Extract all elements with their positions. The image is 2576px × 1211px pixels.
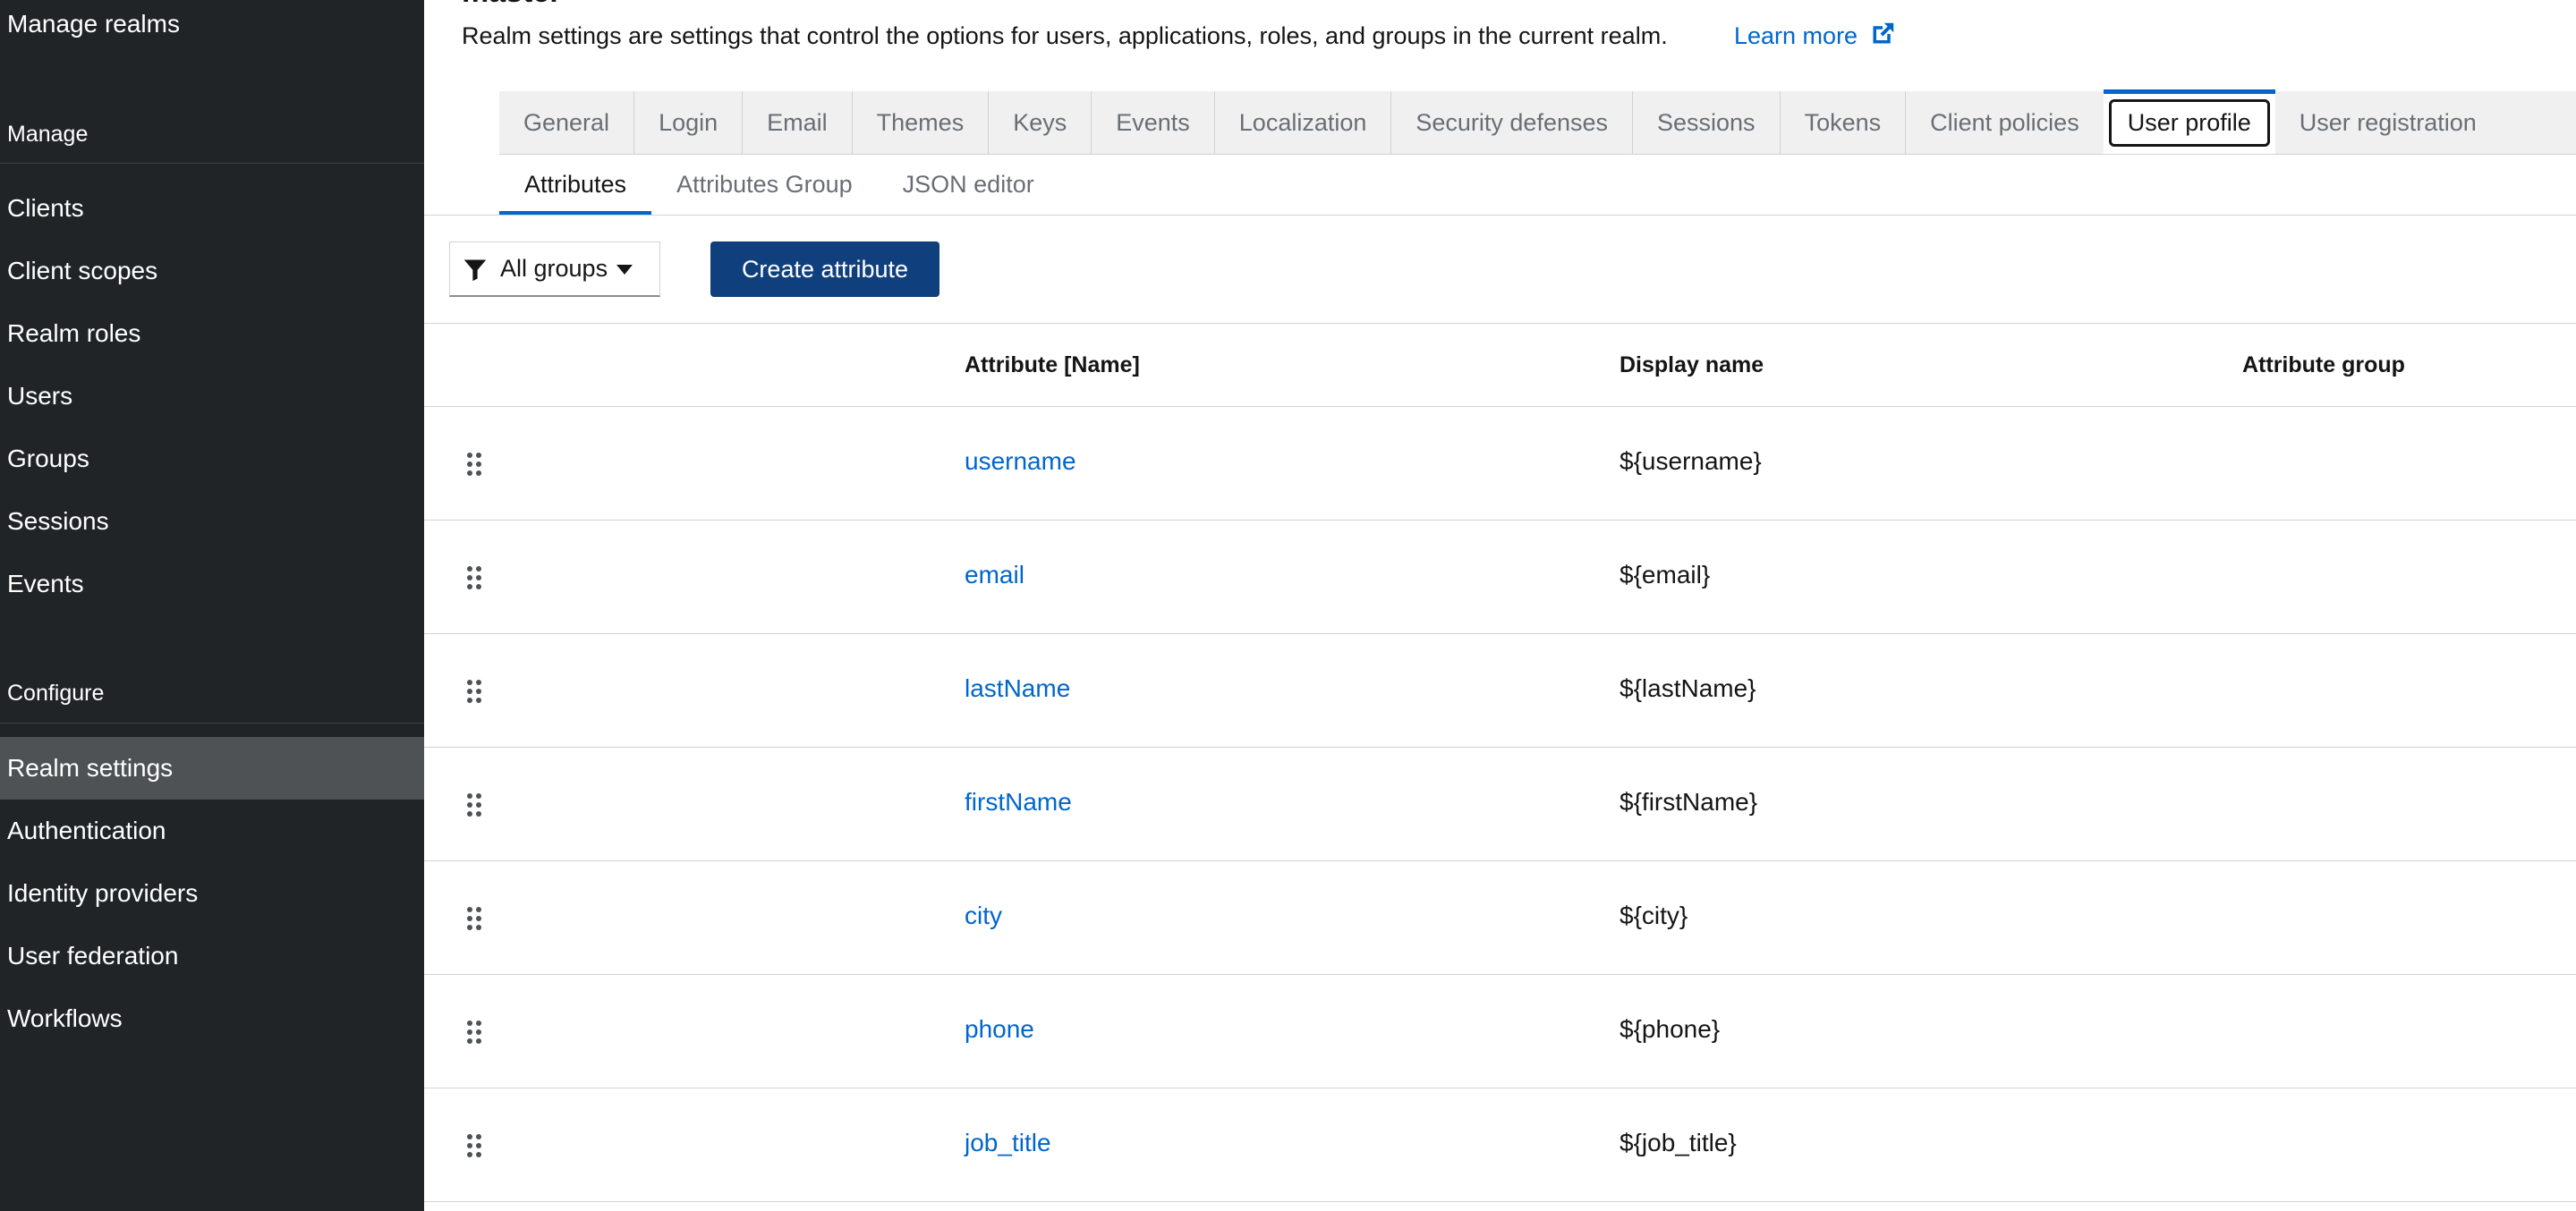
table-row: phone ${phone} (424, 975, 2576, 1088)
tab-label: User profile (2108, 98, 2270, 147)
tab-security-defenses[interactable]: Security defenses (1391, 91, 1633, 154)
filter-icon (463, 259, 487, 281)
attribute-display-name: ${lastName} (1620, 674, 1756, 702)
sidebar-item-sessions[interactable]: Sessions (7, 506, 109, 537)
sidebar-section-manage: Manage (7, 122, 89, 147)
sidebar-item-identity-providers[interactable]: Identity providers (7, 878, 198, 909)
drag-handle-icon[interactable] (467, 907, 481, 930)
tab-label: Client policies (1930, 108, 2079, 136)
tab-email[interactable]: Email (743, 91, 853, 154)
table-row: lastName ${lastName} (424, 634, 2576, 748)
page-description: Realm settings are settings that control… (462, 22, 1668, 49)
table-row: username ${username} (424, 407, 2576, 521)
sidebar-item-users[interactable]: Users (7, 381, 72, 411)
sidebar-item-realm-roles[interactable]: Realm roles (7, 318, 140, 349)
subtab-attributes-group[interactable]: Attributes Group (651, 154, 878, 215)
attribute-display-name: ${firstName} (1620, 788, 1758, 816)
attribute-display-name: ${email} (1620, 561, 1711, 589)
sidebar: Manage realms Manage Clients Client scop… (0, 0, 424, 1211)
user-profile-subtabs: Attributes Attributes Group JSON editor (499, 154, 1059, 215)
sidebar-item-realm-settings[interactable]: Realm settings (7, 753, 173, 783)
attribute-name-link[interactable]: username (965, 446, 1076, 477)
attribute-display-name: ${city} (1620, 902, 1688, 929)
realm-settings-tabs: General Login Email Themes Keys Events L… (499, 89, 2576, 155)
group-filter-select[interactable]: All groups (449, 241, 660, 297)
attribute-display-name: ${phone} (1620, 1015, 1721, 1043)
tab-keys[interactable]: Keys (989, 91, 1092, 154)
caret-down-icon (616, 265, 633, 275)
manage-realms-link[interactable]: Manage realms (7, 9, 180, 39)
drag-handle-icon[interactable] (467, 680, 481, 703)
tab-localization[interactable]: Localization (1215, 91, 1392, 154)
learn-more-label: Learn more (1734, 22, 1858, 49)
tab-label: Themes (876, 108, 965, 136)
attribute-name-link[interactable]: job_title (965, 1128, 1051, 1158)
attribute-name-link[interactable]: city (965, 901, 1002, 931)
drag-handle-icon[interactable] (467, 453, 481, 476)
column-header-display-name[interactable]: Display name (1620, 351, 1764, 379)
table-row: job_title ${job_title} (424, 1088, 2576, 1202)
sidebar-item-clients[interactable]: Clients (7, 193, 84, 224)
attribute-display-name: ${job_title} (1620, 1129, 1737, 1156)
learn-more-link[interactable]: Learn more (1734, 20, 1895, 52)
table-row: firstName ${firstName} (424, 748, 2576, 861)
tab-sessions[interactable]: Sessions (1633, 91, 1781, 154)
tab-tokens[interactable]: Tokens (1781, 91, 1907, 154)
tab-label: Localization (1238, 108, 1367, 136)
tab-label: Events (1116, 108, 1190, 136)
tab-user-profile[interactable]: User profile (2103, 89, 2275, 154)
tab-label: Sessions (1657, 108, 1756, 136)
sidebar-section-configure: Configure (7, 681, 105, 706)
sidebar-divider (0, 163, 424, 164)
table-row: city ${city} (424, 861, 2576, 975)
sidebar-item-user-federation[interactable]: User federation (7, 941, 178, 971)
sidebar-divider (0, 723, 424, 724)
sidebar-item-workflows[interactable]: Workflows (7, 1004, 123, 1034)
tab-general[interactable]: General (499, 91, 635, 154)
tab-themes[interactable]: Themes (853, 91, 990, 154)
tab-label: Security defenses (1416, 108, 1608, 136)
tab-user-registration[interactable]: User registration (2275, 91, 2501, 154)
drag-handle-icon[interactable] (467, 1134, 481, 1157)
tab-label: Keys (1013, 108, 1067, 136)
group-filter-label: All groups (500, 255, 608, 282)
attribute-display-name: ${username} (1620, 447, 1762, 475)
tab-login[interactable]: Login (634, 91, 744, 154)
page-title: master (462, 0, 562, 7)
sidebar-item-events[interactable]: Events (7, 569, 84, 599)
tab-client-policies[interactable]: Client policies (1906, 91, 2104, 154)
toolbar-divider (424, 323, 2576, 324)
tab-label: Tokens (1804, 108, 1882, 136)
table-row: email ${email} (424, 521, 2576, 634)
sidebar-item-client-scopes[interactable]: Client scopes (7, 256, 157, 286)
sidebar-item-groups[interactable]: Groups (7, 444, 89, 474)
create-attribute-button[interactable]: Create attribute (710, 241, 939, 297)
attribute-name-link[interactable]: phone (965, 1014, 1034, 1045)
drag-handle-icon[interactable] (467, 1020, 481, 1044)
tab-label: General (523, 108, 610, 136)
attribute-name-link[interactable]: email (965, 560, 1024, 590)
drag-handle-icon[interactable] (467, 793, 481, 817)
external-link-icon (1873, 22, 1893, 44)
column-header-attribute-group[interactable]: Attribute group (2242, 351, 2405, 379)
subtab-json-editor[interactable]: JSON editor (878, 154, 1059, 215)
column-header-attribute-name[interactable]: Attribute [Name] (965, 351, 1140, 379)
tab-label: Login (659, 108, 718, 136)
tab-label: User registration (2299, 108, 2477, 136)
attribute-name-link[interactable]: firstName (965, 787, 1072, 817)
main-content: master Realm settings are settings that … (424, 0, 2576, 1211)
sidebar-item-authentication[interactable]: Authentication (7, 816, 166, 846)
drag-handle-icon[interactable] (467, 566, 481, 589)
subtabs-divider (424, 215, 2576, 216)
tab-label: Email (767, 108, 828, 136)
tab-events[interactable]: Events (1092, 91, 1215, 154)
subtab-attributes[interactable]: Attributes (499, 154, 652, 215)
attribute-name-link[interactable]: lastName (965, 673, 1070, 704)
